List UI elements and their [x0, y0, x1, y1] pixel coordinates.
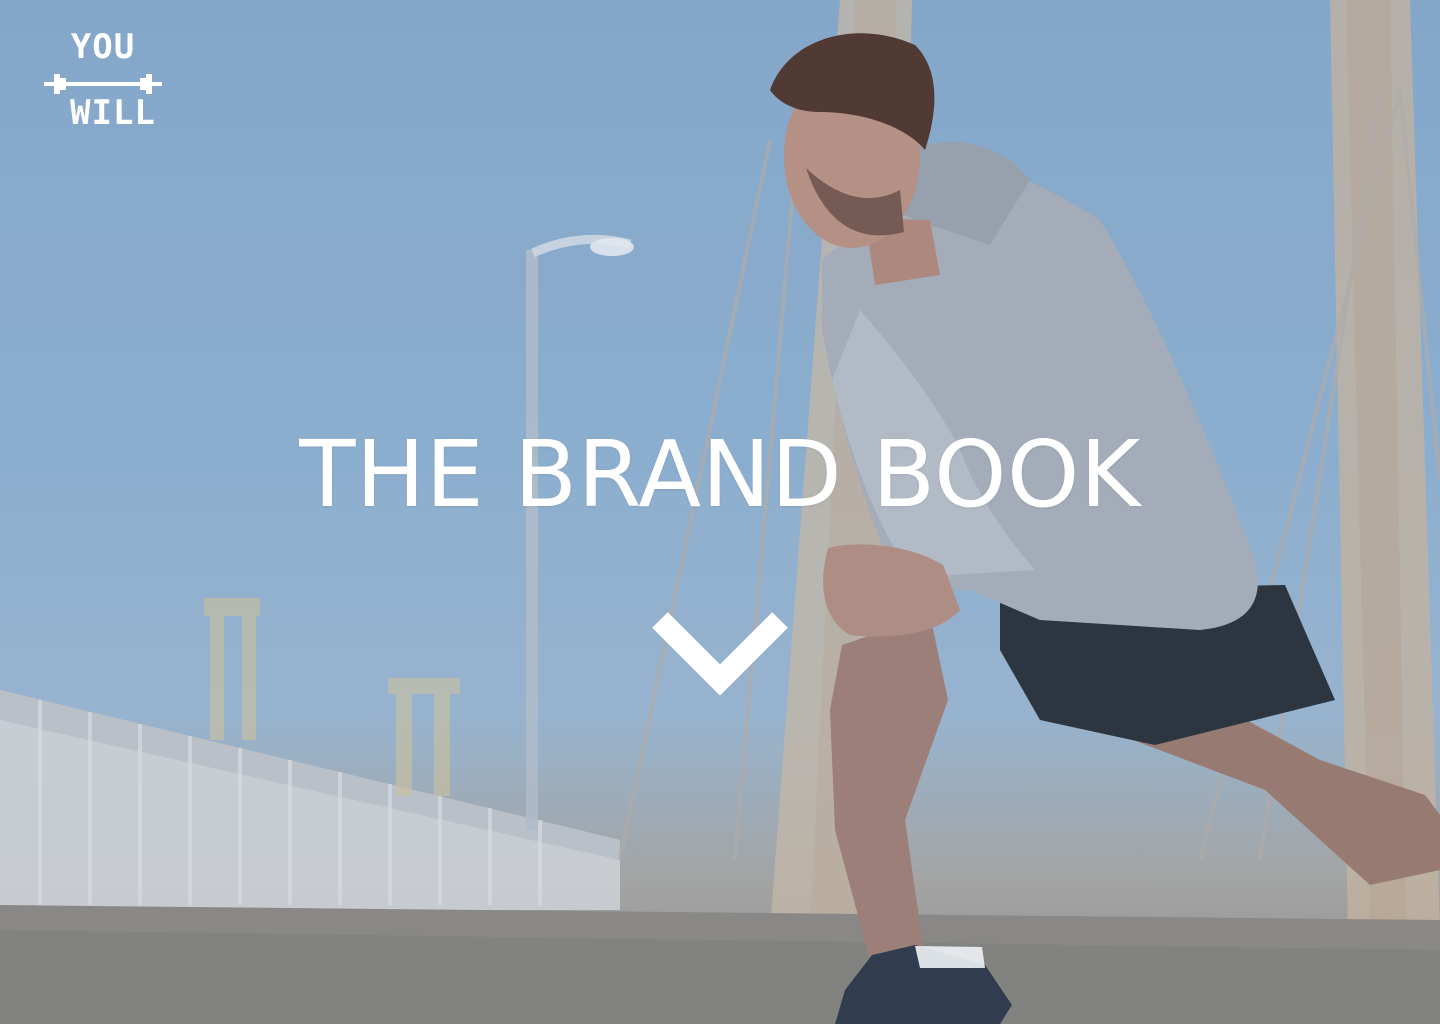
logo-bottom-text: WILL — [70, 93, 156, 133]
chevron-down-icon[interactable] — [650, 608, 790, 698]
hero-section: YOU WILL THE BRAND BOOK — [0, 0, 1440, 1024]
logo-top-text: YOU — [70, 27, 136, 67]
page-title: THE BRAND BOOK — [299, 421, 1141, 528]
brand-logo[interactable]: YOU WILL — [44, 28, 162, 136]
